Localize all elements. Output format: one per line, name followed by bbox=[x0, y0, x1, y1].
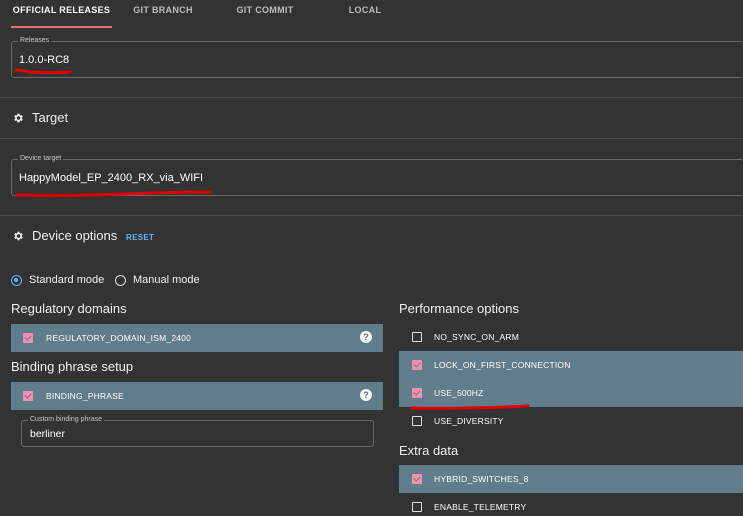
target-section-title: Target bbox=[12, 110, 68, 125]
tab-local[interactable]: LOCAL bbox=[340, 0, 390, 26]
option-label: USE_500HZ bbox=[434, 388, 484, 398]
binding-phrase-input[interactable]: Custom binding phrase berliner bbox=[21, 416, 374, 447]
tab-official-releases[interactable]: OFFICIAL RELEASES bbox=[11, 0, 112, 28]
checkbox[interactable] bbox=[412, 332, 422, 342]
option-label: ENABLE_TELEMETRY bbox=[434, 502, 527, 512]
device-target-value: HappyModel_EP_2400_RX_via_WIFI bbox=[19, 172, 204, 184]
option-label: BINDING_PHRASE bbox=[46, 391, 124, 401]
option-no-sync-on-arm[interactable]: NO_SYNC_ON_ARM bbox=[399, 323, 743, 351]
divider bbox=[0, 138, 743, 139]
checkbox[interactable] bbox=[412, 474, 422, 484]
releases-label: Releases bbox=[18, 37, 52, 44]
option-label: NO_SYNC_ON_ARM bbox=[434, 332, 519, 342]
performance-options-heading: Performance options bbox=[399, 301, 519, 316]
standard-mode-label[interactable]: Standard mode bbox=[29, 274, 104, 286]
standard-mode-radio[interactable] bbox=[11, 275, 22, 286]
checkbox[interactable] bbox=[412, 416, 422, 426]
option-regulatory-domain-ism-2400[interactable]: REGULATORY_DOMAIN_ISM_2400 ? bbox=[11, 324, 383, 352]
option-binding-phrase[interactable]: BINDING_PHRASE ? bbox=[11, 382, 383, 410]
help-icon[interactable]: ? bbox=[360, 389, 372, 401]
extra-data-heading: Extra data bbox=[399, 443, 459, 458]
tab-git-commit[interactable]: GIT COMMIT bbox=[230, 0, 300, 26]
gear-icon bbox=[14, 113, 23, 122]
target-title: Target bbox=[32, 110, 69, 125]
reset-button[interactable]: RESET bbox=[126, 233, 154, 242]
binding-phrase-heading: Binding phrase setup bbox=[11, 359, 134, 374]
device-options-title: Device options bbox=[32, 228, 118, 243]
manual-mode-label[interactable]: Manual mode bbox=[133, 274, 200, 286]
binding-phrase-input-label: Custom binding phrase bbox=[28, 416, 104, 423]
checkbox[interactable] bbox=[412, 502, 422, 512]
divider bbox=[0, 215, 743, 216]
option-label: USE_DIVERSITY bbox=[434, 416, 504, 426]
manual-mode-radio[interactable] bbox=[115, 275, 126, 286]
option-enable-telemetry[interactable]: ENABLE_TELEMETRY bbox=[399, 493, 743, 516]
option-label: HYBRID_SWITCHES_8 bbox=[434, 474, 529, 484]
option-hybrid-switches-8[interactable]: HYBRID_SWITCHES_8 bbox=[399, 465, 743, 493]
option-use-500hz[interactable]: USE_500HZ bbox=[399, 379, 743, 407]
checkbox[interactable] bbox=[412, 360, 422, 370]
divider bbox=[0, 97, 743, 98]
releases-value: 1.0.0-RC8 bbox=[19, 54, 70, 66]
device-options-section-title: Device options bbox=[12, 228, 117, 243]
option-use-diversity[interactable]: USE_DIVERSITY bbox=[399, 407, 743, 435]
option-label: REGULATORY_DOMAIN_ISM_2400 bbox=[46, 333, 192, 343]
device-target-select[interactable]: Device target HappyModel_EP_2400_RX_via_… bbox=[11, 155, 743, 196]
gear-icon bbox=[14, 231, 23, 240]
help-icon[interactable]: ? bbox=[360, 331, 372, 343]
binding-phrase-value: berliner bbox=[30, 428, 66, 440]
option-label: LOCK_ON_FIRST_CONNECTION bbox=[434, 360, 571, 370]
checkbox[interactable] bbox=[23, 391, 33, 401]
regulatory-domains-heading: Regulatory domains bbox=[11, 301, 127, 316]
checkbox[interactable] bbox=[412, 388, 422, 398]
option-lock-on-first-connection[interactable]: LOCK_ON_FIRST_CONNECTION bbox=[399, 351, 743, 379]
checkbox[interactable] bbox=[23, 333, 33, 343]
tab-git-branch[interactable]: GIT BRANCH bbox=[128, 0, 198, 26]
releases-select[interactable]: Releases 1.0.0-RC8 bbox=[11, 37, 743, 78]
device-target-label: Device target bbox=[18, 155, 64, 162]
